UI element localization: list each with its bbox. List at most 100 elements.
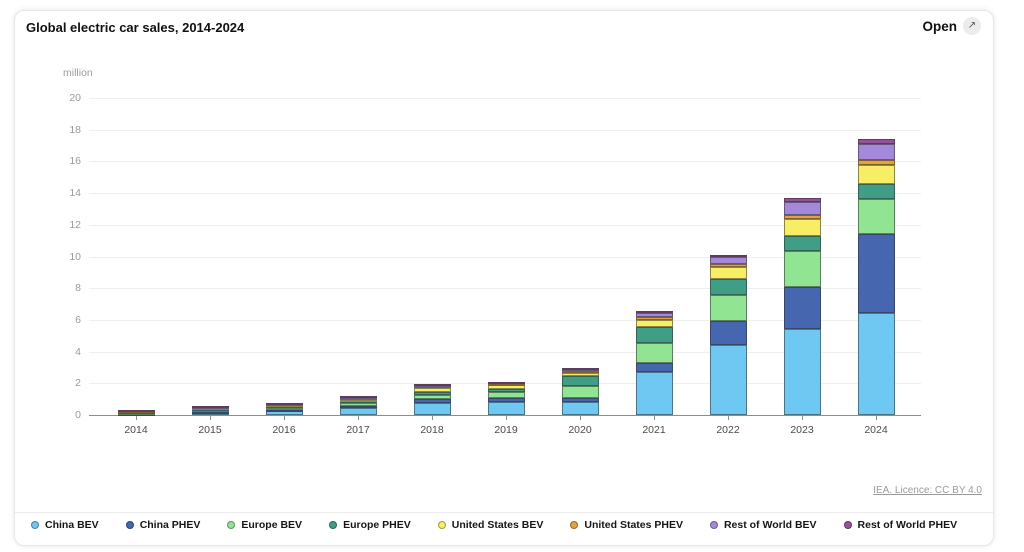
y-tick-label: 18: [69, 123, 81, 136]
bar-segment[interactable]: [635, 319, 673, 328]
bar-segment[interactable]: [635, 311, 673, 314]
bar-segment[interactable]: [117, 410, 155, 413]
bar-segment[interactable]: [561, 376, 599, 387]
x-tick-label: 2022: [716, 424, 740, 436]
bar-segment[interactable]: [635, 316, 673, 320]
x-tick-label: 2017: [346, 424, 370, 436]
bar-segment[interactable]: [487, 389, 525, 393]
chart-card: Global electric car sales, 2014-2024 Ope…: [14, 10, 994, 546]
legend-item[interactable]: Europe PHEV: [329, 519, 411, 531]
license-link[interactable]: IEA. Licence: CC BY 4.0: [873, 485, 982, 496]
chart-legend: China BEV China PHEV Europe BEV Europe PHEV…: [31, 519, 987, 531]
bar-segment[interactable]: [339, 407, 377, 415]
bar-segment[interactable]: [339, 405, 377, 408]
legend-color-dot: [31, 521, 39, 529]
x-axis-tick: [358, 416, 359, 420]
bar-segment[interactable]: [709, 321, 747, 346]
bar-segment[interactable]: [857, 143, 895, 160]
bar-segment[interactable]: [857, 184, 895, 200]
legend-item[interactable]: China PHEV: [125, 519, 201, 531]
x-axis-tick: [506, 416, 507, 420]
bar-segment[interactable]: [265, 402, 303, 405]
bar-segment[interactable]: [709, 266, 747, 280]
bar-segment[interactable]: [561, 368, 599, 371]
bar-segment[interactable]: [191, 406, 229, 409]
bar-segment[interactable]: [561, 401, 599, 415]
bar-segment[interactable]: [857, 165, 895, 185]
bar-segment[interactable]: [487, 392, 525, 399]
bar-segment[interactable]: [783, 286, 821, 330]
legend-item[interactable]: United States PHEV: [570, 519, 683, 531]
gridline: [89, 129, 921, 131]
bar-segment[interactable]: [709, 295, 747, 322]
bar-segment[interactable]: [561, 371, 599, 374]
legend-item[interactable]: Europe BEV: [227, 519, 302, 531]
x-axis-tick: [728, 416, 729, 420]
bar-segment[interactable]: [413, 392, 451, 395]
bar-segment[interactable]: [413, 384, 451, 387]
bar-segment[interactable]: [339, 403, 377, 406]
bar-segment[interactable]: [487, 398, 525, 402]
bar-segment[interactable]: [487, 384, 525, 387]
bar-segment[interactable]: [265, 408, 303, 411]
x-tick-label: 2016: [272, 424, 296, 436]
bar-segment[interactable]: [783, 197, 821, 202]
bar-segment[interactable]: [635, 372, 673, 415]
bar-segment[interactable]: [339, 396, 377, 399]
bar-segment[interactable]: [413, 402, 451, 415]
legend-item[interactable]: Rest of World PHEV: [843, 519, 958, 531]
y-tick-label: 12: [69, 218, 81, 231]
bar-segment[interactable]: [561, 398, 599, 402]
bar-segment[interactable]: [783, 219, 821, 236]
x-tick-label: 2021: [642, 424, 666, 436]
gridline: [89, 98, 921, 99]
bar-segment[interactable]: [709, 256, 747, 264]
legend-item[interactable]: China BEV: [31, 519, 99, 531]
legend-color-dot: [709, 521, 718, 529]
bar-segment[interactable]: [783, 201, 821, 216]
bar-segment[interactable]: [635, 312, 673, 317]
bar-segment[interactable]: [783, 215, 821, 220]
bar-segment[interactable]: [857, 159, 895, 166]
gridline: [89, 193, 921, 195]
bar-segment[interactable]: [487, 381, 525, 384]
bar-segment[interactable]: [857, 312, 895, 415]
bar-segment[interactable]: [413, 388, 451, 393]
bar-segment[interactable]: [709, 254, 747, 257]
y-tick-label: 0: [75, 409, 81, 421]
bar-segment[interactable]: [783, 235, 821, 251]
legend-color-dot: [329, 521, 338, 529]
bar-segment[interactable]: [857, 199, 895, 235]
bar-segment[interactable]: [413, 398, 451, 403]
bar-segment[interactable]: [487, 401, 525, 415]
bar-segment[interactable]: [635, 327, 673, 343]
bar-segment[interactable]: [413, 394, 451, 399]
x-tick-label: 2018: [420, 424, 444, 436]
legend-item-label: United States PHEV: [584, 519, 683, 531]
x-tick-label: 2019: [494, 424, 518, 436]
bar-segment[interactable]: [635, 362, 673, 373]
bar-segment[interactable]: [709, 263, 747, 267]
bar-segment[interactable]: [857, 139, 895, 144]
y-tick-label: 20: [69, 92, 81, 104]
bar-segment[interactable]: [709, 279, 747, 296]
legend-item-label: China PHEV: [139, 519, 201, 531]
legend-item[interactable]: Rest of World BEV: [709, 519, 817, 531]
y-tick-label: 2: [75, 377, 81, 390]
bar-segment[interactable]: [783, 329, 821, 415]
bar-segment[interactable]: [561, 386, 599, 399]
chart-plot-area: million 0 2 4 6 8 10 12 14 16 18 20 2014 2015 2016 201…: [15, 11, 993, 481]
legend-color-dot: [437, 521, 446, 529]
bar-segment[interactable]: [857, 234, 895, 313]
legend-item[interactable]: United States BEV: [437, 519, 543, 531]
bar-segment[interactable]: [635, 342, 673, 363]
legend-item-label: Rest of World PHEV: [857, 519, 958, 531]
x-tick-label: 2020: [568, 424, 592, 436]
x-axis-tick: [654, 416, 655, 420]
legend-color-dot: [227, 521, 236, 529]
legend-item-label: Europe PHEV: [343, 519, 411, 531]
bar-segment[interactable]: [783, 250, 821, 287]
bar-segment[interactable]: [709, 345, 747, 415]
x-axis-tick: [802, 416, 803, 420]
legend-item-label: Europe BEV: [241, 519, 303, 531]
